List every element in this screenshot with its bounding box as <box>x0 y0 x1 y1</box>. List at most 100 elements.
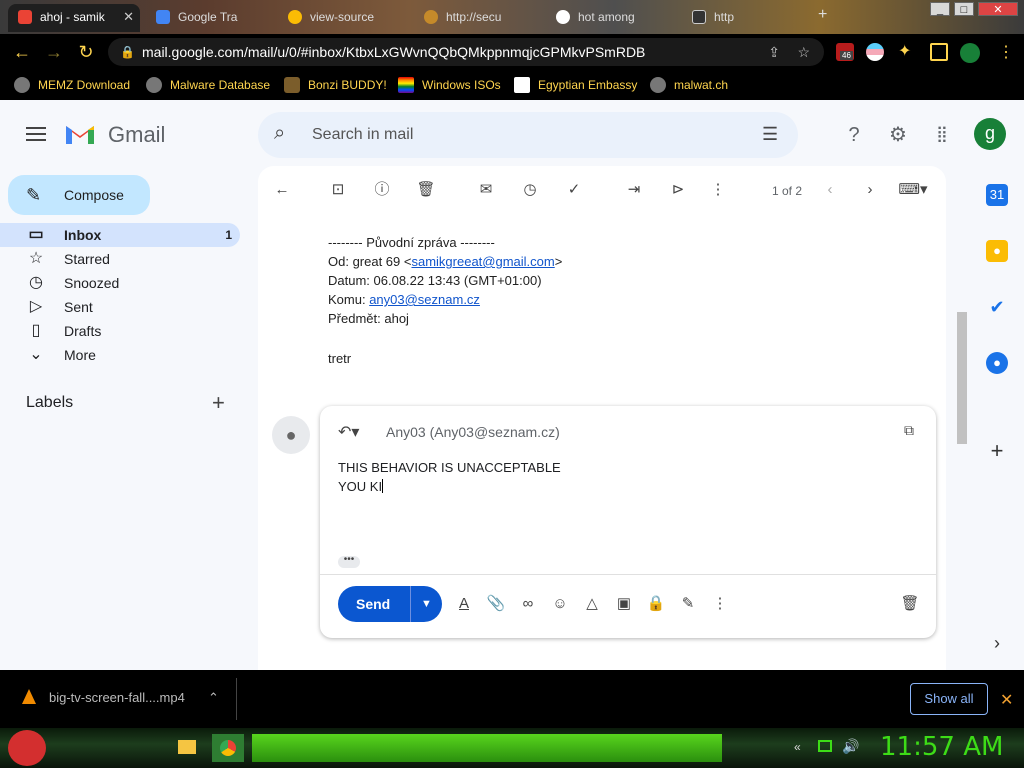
chevron-up-icon[interactable]: ⌃ <box>208 690 219 706</box>
bookmark-memz[interactable]: MEMZ Download <box>14 76 130 94</box>
send-label: Send <box>356 596 391 612</box>
more-options-icon[interactable]: ⋮ <box>708 180 728 200</box>
scrollbar[interactable] <box>957 312 967 444</box>
confidential-mode-icon[interactable]: 🔒 <box>646 594 666 614</box>
volume-icon[interactable]: 🔊 <box>842 738 859 755</box>
share-icon[interactable]: ⇪ <box>768 38 780 66</box>
account-avatar[interactable]: g <box>974 118 1006 150</box>
extensions-puzzle-icon[interactable]: ✦ <box>898 43 916 61</box>
formatting-options-icon[interactable]: A <box>454 594 474 614</box>
tab-view-source[interactable]: view-source <box>278 4 408 32</box>
more-options-icon[interactable]: ⋮ <box>710 594 730 614</box>
profile-icon[interactable] <box>960 43 980 63</box>
taskbar-clock[interactable]: 11:57 AM <box>880 732 1003 762</box>
reply-recipient[interactable]: Any03 (Any03@seznam.cz) <box>386 424 560 440</box>
newer-chevron-icon[interactable]: ‹ <box>820 180 840 200</box>
sidebar-item-more[interactable]: ⌄ More <box>0 343 240 367</box>
close-tab-icon[interactable]: ✕ <box>123 4 134 30</box>
contacts-icon[interactable]: ● <box>986 352 1008 374</box>
attach-file-icon[interactable]: 📎 <box>486 594 506 614</box>
sidebar-item-inbox[interactable]: ▭ Inbox 1 <box>0 223 240 247</box>
search-icon[interactable]: ⌕ <box>274 122 285 145</box>
bookmark-bonzi[interactable]: Bonzi BUDDY! <box>284 76 387 94</box>
keyboard-input-icon[interactable]: ⌨▾ <box>898 180 928 200</box>
show-all-button[interactable]: Show all <box>910 683 988 715</box>
reply-body[interactable]: THIS BEHAVIOR IS UNACCEPTABLE YOU KI <box>338 458 561 496</box>
sidebar-item-snoozed[interactable]: ◷ Snoozed <box>0 271 240 295</box>
maximize-icon[interactable]: □ <box>954 2 974 16</box>
emoji-icon[interactable]: ☺ <box>550 594 570 614</box>
sidebar-item-drafts[interactable]: ▯ Drafts <box>0 319 240 343</box>
globe-icon <box>14 77 30 93</box>
tab-http[interactable]: http <box>682 4 802 32</box>
older-chevron-icon[interactable]: › <box>860 180 880 200</box>
start-button-angry-bird-icon[interactable] <box>8 730 46 766</box>
new-tab-icon[interactable]: + <box>818 6 827 24</box>
search-bar[interactable]: ⌕ ☰ <box>258 112 798 158</box>
minimize-icon[interactable]: _ <box>930 2 950 16</box>
side-panel-icon[interactable] <box>930 43 948 61</box>
sidebar-item-starred[interactable]: ☆ Starred <box>0 247 240 271</box>
pop-out-icon[interactable]: ⧉ <box>904 422 914 439</box>
ublock-icon[interactable]: 46 <box>836 43 854 61</box>
tab-secu[interactable]: http://secu <box>414 4 540 32</box>
bookmark-malware-db[interactable]: Malware Database <box>146 76 270 94</box>
window-close-icon[interactable]: ✕ <box>978 2 1018 16</box>
download-item[interactable]: big-tv-screen-fall....mp4 ⌃ <box>22 689 219 705</box>
report-spam-icon[interactable]: ⓘ <box>372 180 392 200</box>
back-arrow-icon[interactable]: ← <box>10 40 34 64</box>
forward-arrow-icon[interactable]: → <box>42 40 66 64</box>
tab-google-search[interactable]: hot among <box>546 4 676 32</box>
archive-icon[interactable]: ⊡ <box>328 180 348 200</box>
apps-grid-icon[interactable]: ⣿ <box>930 123 954 147</box>
sidebar-item-sent[interactable]: ▷ Sent <box>0 295 240 319</box>
schedule-send-dropdown-icon[interactable]: ▼ <box>410 586 442 622</box>
address-bar[interactable]: 🔒 mail.google.com/mail/u/0/#inbox/KtbxLx… <box>108 38 824 66</box>
bookmark-star-icon[interactable]: ☆ <box>797 38 810 66</box>
expand-panel-chevron-icon[interactable]: › <box>986 632 1008 654</box>
tab-gmail[interactable]: ahoj - samik ✕ <box>8 4 140 32</box>
flag-extension-icon[interactable] <box>866 43 884 61</box>
help-icon[interactable]: ? <box>842 123 866 147</box>
menu-kebab-icon[interactable]: ⋮ <box>998 42 1014 62</box>
bookmark-egyptian-embassy[interactable]: Egyptian Embassy <box>514 76 637 94</box>
file-explorer-icon[interactable] <box>178 740 196 754</box>
compose-button[interactable]: ✎ Compose <box>8 175 150 215</box>
add-label-icon[interactable]: + <box>212 392 225 414</box>
settings-gear-icon[interactable]: ⚙ <box>886 123 910 147</box>
tab-google-translate[interactable]: Google Tra <box>146 4 266 32</box>
reload-icon[interactable]: ↻ <box>74 40 98 64</box>
calendar-icon[interactable]: 31 <box>986 184 1008 206</box>
chrome-taskbar-button[interactable] <box>212 734 244 762</box>
label-icon[interactable]: ⊳ <box>668 180 688 200</box>
insert-photo-icon[interactable]: ▣ <box>614 594 634 614</box>
mark-unread-icon[interactable]: ✉ <box>476 180 496 200</box>
discard-draft-icon[interactable]: 🗑 <box>900 594 920 614</box>
show-trimmed-content-button[interactable]: ••• <box>338 555 360 568</box>
tray-chevron-icon[interactable]: « <box>794 740 801 754</box>
reply-arrow-icon[interactable]: ↶▾ <box>338 422 359 442</box>
back-to-inbox-icon[interactable]: ← <box>272 180 292 200</box>
signature-pen-icon[interactable]: ✎ <box>678 594 698 614</box>
move-to-icon[interactable]: ⇥ <box>624 180 644 200</box>
keep-icon[interactable]: ● <box>986 240 1008 262</box>
add-task-icon[interactable]: ✓ <box>564 180 584 200</box>
search-input[interactable] <box>312 122 712 148</box>
main-menu-icon[interactable] <box>26 127 46 141</box>
snooze-icon[interactable]: ◷ <box>520 180 540 200</box>
network-icon[interactable] <box>818 740 832 752</box>
tasks-icon[interactable]: ✔ <box>986 296 1008 318</box>
draft-file-icon: ▯ <box>31 322 41 339</box>
bookmark-windows-isos[interactable]: Windows ISOs <box>398 76 501 94</box>
drive-icon[interactable]: △ <box>582 594 602 614</box>
send-button[interactable]: Send ▼ <box>338 586 442 622</box>
delete-icon[interactable]: 🗑 <box>416 180 436 200</box>
search-options-icon[interactable]: ☰ <box>762 124 778 145</box>
close-download-bar-icon[interactable]: ✕ <box>1000 690 1013 710</box>
get-addons-icon[interactable]: + <box>986 440 1008 462</box>
bookmark-malwatch[interactable]: malwat.ch <box>650 76 728 94</box>
chevron-down-icon: ⌄ <box>29 346 43 363</box>
from-email-link[interactable]: samikgreeat@gmail.com <box>411 254 554 269</box>
to-email-link[interactable]: any03@seznam.cz <box>369 292 480 307</box>
insert-link-icon[interactable]: ∞ <box>518 594 538 614</box>
